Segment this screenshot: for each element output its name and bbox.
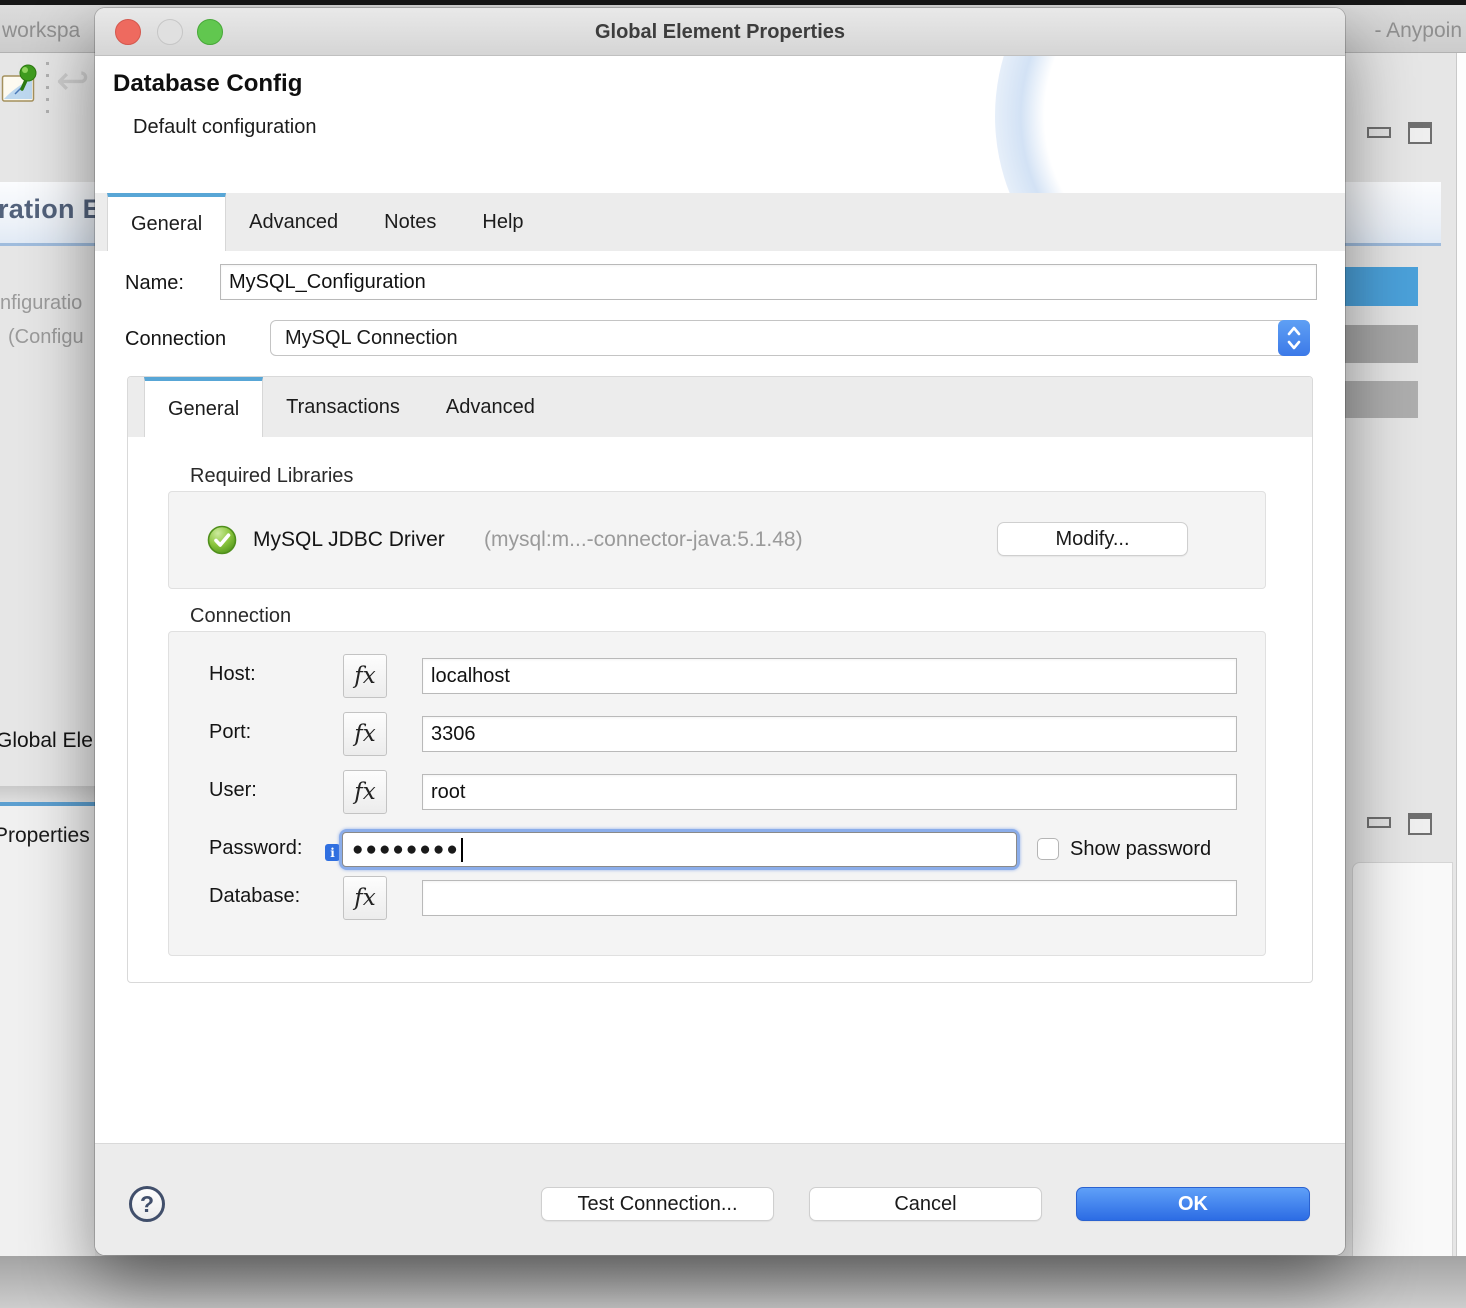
background-properties-panel [0,806,95,1256]
undo-icon: ↩ [56,58,90,104]
view-maximize-icon-2[interactable] [1408,813,1432,835]
config-subtitle: Default configuration [133,116,316,139]
connection-label: Connection [125,328,226,351]
form-header-heading: ration E [0,194,95,225]
inner-tabstrip: General Transactions Advanced [128,377,1312,437]
user-fx-button[interactable]: fx [343,770,387,814]
form-header-band-right [1345,182,1441,246]
port-input[interactable] [422,716,1237,752]
port-fx-button[interactable]: fx [343,712,387,756]
show-password-checkbox[interactable] [1037,838,1059,860]
database-input[interactable] [422,880,1237,916]
config-title: Database Config [113,70,302,98]
host-input[interactable] [422,658,1237,694]
background-bottom-band [0,1256,1466,1308]
cancel-button[interactable]: Cancel [809,1187,1042,1221]
driver-detail: (mysql:m...-connector-java:5.1.48) [484,528,803,552]
modify-button[interactable]: Modify... [997,522,1188,556]
connection-config-group: General Transactions Advanced Required L… [127,376,1313,983]
toolbar-separator [46,62,49,120]
background-blue-button[interactable] [1338,267,1418,306]
view-maximize-icon[interactable] [1408,122,1432,144]
driver-ok-status-icon [207,525,237,560]
user-input[interactable] [422,774,1237,810]
help-button[interactable]: ? [129,1186,165,1222]
tab-help[interactable]: Help [459,193,546,251]
driver-name: MySQL JDBC Driver [253,528,445,552]
password-label: Password: [209,837,302,860]
global-element-properties-dialog: Global Element Properties Database Confi… [95,8,1345,1255]
background-config-text-2: (Configu [8,326,95,349]
database-label: Database: [209,885,300,908]
background-tab-global-elements[interactable]: Global Ele [0,729,95,753]
password-field-focused[interactable]: ●●●●●●●● [339,829,1020,870]
user-label: User: [209,779,257,802]
outer-tabstrip: General Advanced Notes Help [95,193,1345,251]
show-password-label: Show password [1070,838,1211,861]
background-right-sliver [1456,53,1466,1308]
header-decor-curve [995,56,1345,193]
dialog-header: Database Config Default configuration [95,56,1345,193]
connection-box: Host: fx Port: fx User: fx Password: [168,631,1266,956]
ok-button[interactable]: OK [1076,1187,1310,1221]
background-config-text-1: nfiguratio [0,292,95,315]
zoom-window-icon[interactable] [197,19,223,45]
dialog-title: Global Element Properties [95,8,1345,56]
name-input[interactable] [220,264,1317,300]
inner-tab-advanced[interactable]: Advanced [423,377,558,437]
combo-stepper-icon[interactable] [1278,320,1310,356]
connection-select[interactable]: MySQL Connection [270,320,1310,356]
inner-tab-transactions[interactable]: Transactions [263,377,423,437]
tab-general[interactable]: General [107,193,226,251]
connection-select-value: MySQL Connection [285,327,458,350]
host-fx-button[interactable]: fx [343,654,387,698]
text-cursor [461,838,463,862]
view-minimize-icon[interactable] [1367,127,1391,138]
screen: workspa - Anypoin ↩ ration E nfiguratio … [0,0,1466,1308]
close-window-icon[interactable] [115,19,141,45]
view-minimize-icon-2[interactable] [1367,817,1391,828]
background-window-title-left: workspa [2,19,80,43]
required-libraries-title: Required Libraries [190,465,353,488]
background-gray-button-1[interactable] [1338,325,1418,363]
background-tab-strip [0,786,95,802]
background-properties-title: Properties [0,824,95,848]
minimize-window-icon [157,19,183,45]
database-fx-button[interactable]: fx [343,876,387,920]
connection-section-title: Connection [190,605,291,628]
new-global-element-icon[interactable] [1,60,41,113]
background-right-panel [1352,862,1453,1308]
host-label: Host: [209,663,256,686]
dialog-footer: ? Test Connection... Cancel OK [95,1143,1345,1255]
background-gray-button-2[interactable] [1338,381,1418,418]
tab-advanced[interactable]: Advanced [226,193,361,251]
background-window-title-right: - Anypoin [1374,19,1462,43]
name-label: Name: [125,272,184,295]
port-label: Port: [209,721,251,744]
required-libraries-box: MySQL JDBC Driver (mysql:m...-connector-… [168,491,1266,589]
tab-notes[interactable]: Notes [361,193,459,251]
dialog-titlebar[interactable]: Global Element Properties [95,8,1345,56]
password-masked-value: ●●●●●●●● [352,839,460,861]
inner-tab-general[interactable]: General [144,377,263,437]
password-info-icon: i [325,844,340,861]
test-connection-button[interactable]: Test Connection... [541,1187,774,1221]
form-header-band-left: ration E [0,182,95,246]
